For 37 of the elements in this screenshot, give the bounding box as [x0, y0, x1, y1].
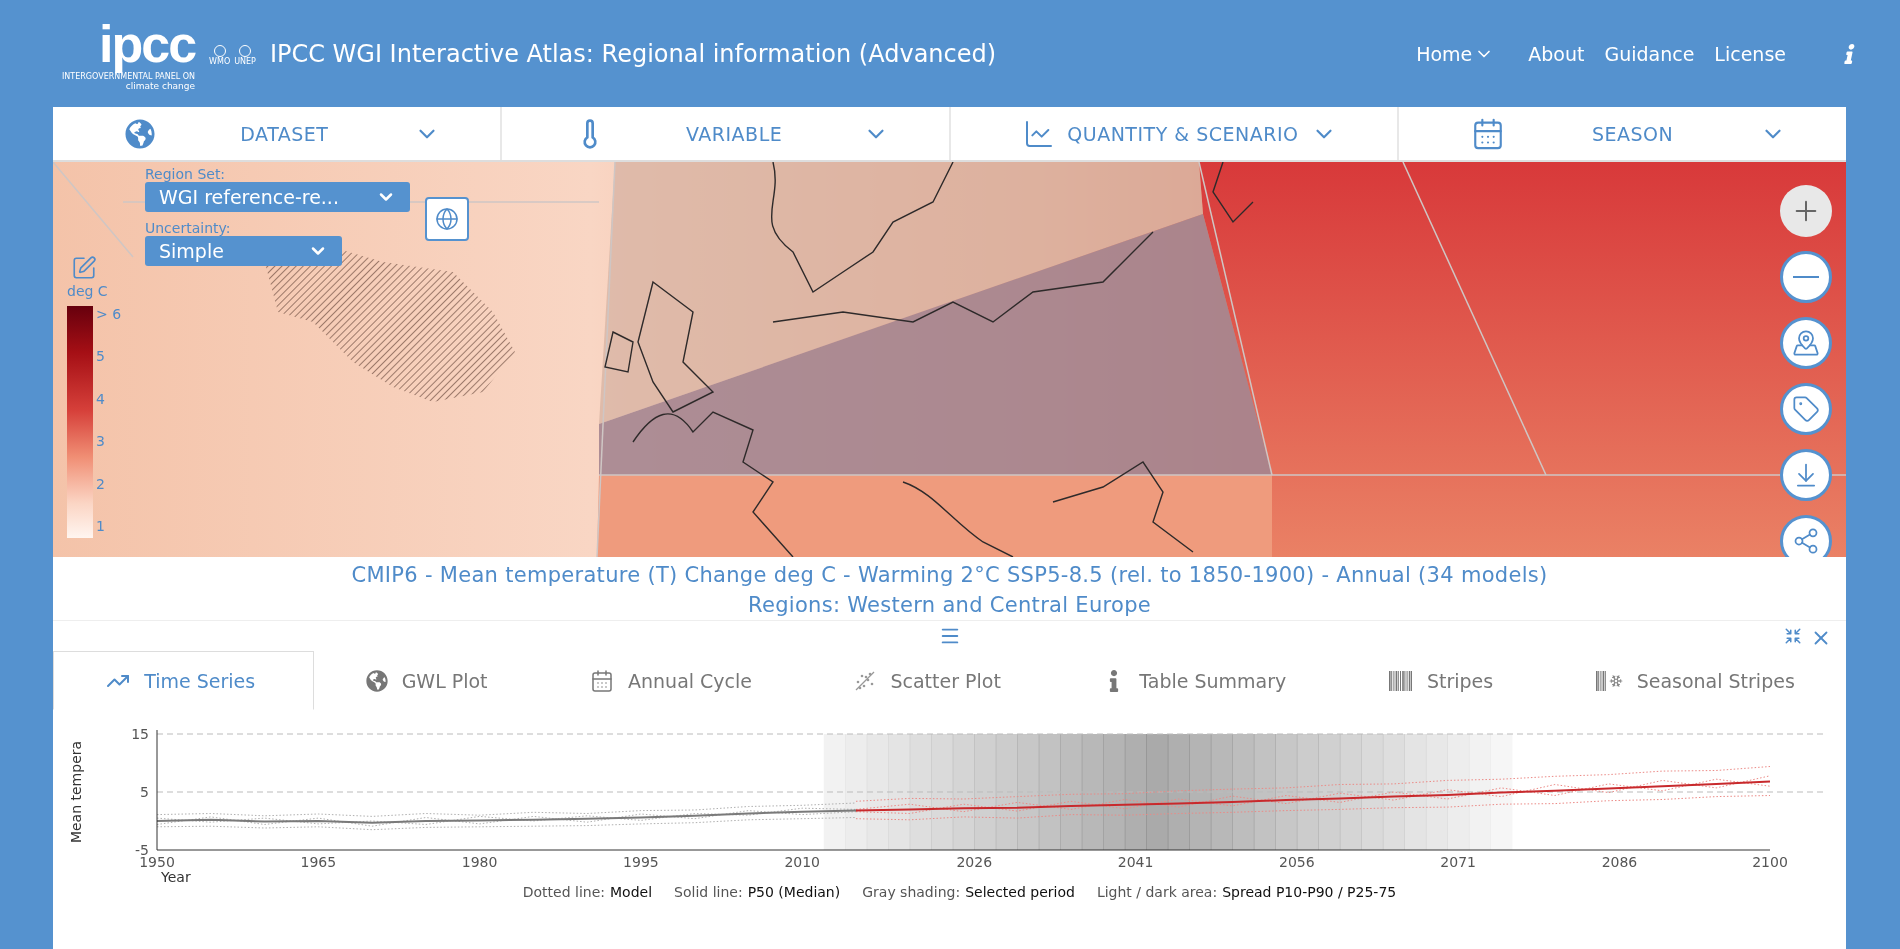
legend-label: Gray shading: [862, 884, 961, 900]
legend-label: Dotted line: [522, 884, 606, 900]
axis-tick-label: 2026 [956, 854, 993, 870]
legend-value: Selected period [965, 884, 1075, 900]
axis-tick-label: 2071 [1440, 854, 1476, 870]
legend-value: Model [610, 884, 653, 900]
scale-tick-label: 5 [96, 348, 106, 365]
scale-tick-label: 2 [96, 475, 106, 492]
scale-unit: deg C [67, 283, 108, 299]
page-title: IPCC WGI Interactive Atlas: Regional information (Advanced) [269, 39, 998, 68]
axis-tick-label: 2100 [1752, 854, 1788, 870]
legend-value: P50 (Median) [747, 884, 841, 900]
partner-name: WMO [209, 57, 231, 66]
axis-tick-label: 1980 [461, 854, 498, 870]
scale-tick-label: > 6 [96, 306, 122, 322]
partner-name: UNEP [234, 57, 256, 66]
legend-value: Spread P10-P90 / P25-75 [1222, 884, 1397, 900]
scale-tick-label: 1 [96, 517, 106, 534]
axis-tick-label: 15 [131, 726, 149, 742]
field-label: Uncertainty: [145, 220, 232, 236]
axis-tick-label: 2041 [1117, 854, 1154, 870]
legend-label: Light / dark area: [1096, 884, 1218, 900]
axis-tick-label: 2010 [784, 854, 820, 870]
ipcc-logo: ipcc INTERGOVERNMENTAL PANEL ON climate change [62, 16, 196, 91]
axis-tick-label: 1995 [623, 854, 659, 870]
axis-tick-label: 5 [140, 784, 149, 800]
axis-tick-label: 2086 [1601, 854, 1638, 870]
scale-tick-label: 3 [96, 433, 106, 450]
axis-tick-label: 2056 [1279, 854, 1315, 870]
scale-tick-label: 4 [96, 390, 106, 407]
axis-tick-label: 1965 [300, 854, 337, 870]
legend-label: Solid line: [674, 884, 743, 900]
x-axis-title: Year [161, 869, 191, 882]
field-label: Region Set: [145, 166, 227, 182]
map-title: CMIP6 - Mean temperature (T) Change deg C - Warming 2°C SSP5-8.5 (rel. to 1850-1900) - Annual (34 models) [351, 562, 1548, 589]
y-axis-title: Mean tempera [68, 740, 84, 844]
map-title: Regions: Western and Central Europe [747, 592, 1152, 619]
